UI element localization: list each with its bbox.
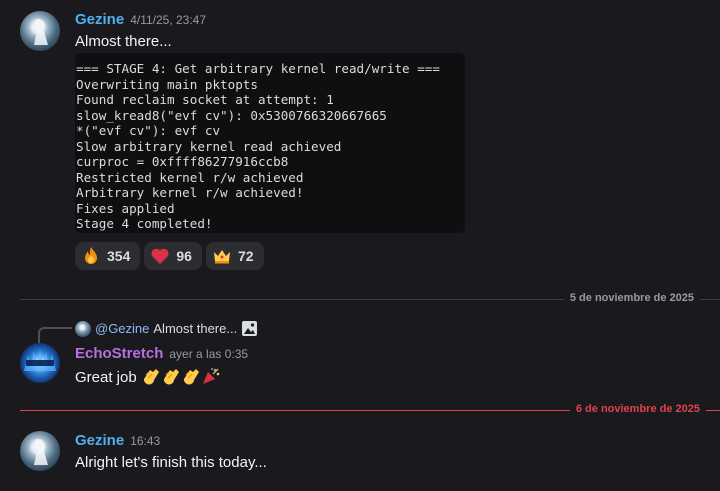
code-content: === STAGE 4: Get arbitrary kernel read/w… [75, 53, 465, 232]
reply-connector [38, 327, 72, 343]
author-name[interactable]: Gezine [75, 432, 124, 449]
author-name[interactable]: EchoStretch [75, 345, 163, 362]
clapping-hands-icon [163, 369, 179, 385]
reactions: 354 96 72 [75, 242, 264, 270]
clapping-hands-icon [143, 369, 159, 385]
party-popper-icon [202, 368, 220, 384]
timestamp: ayer a las 0:35 [169, 347, 249, 361]
code-line: === STAGE 4: Get arbitrary kernel read/w… [76, 61, 440, 76]
reaction-count: 354 [107, 248, 131, 264]
reply-avatar [75, 320, 91, 337]
code-line: Found reclaim socket at attempt: 1 [76, 92, 334, 107]
reaction-count: 96 [176, 248, 192, 264]
code-line: Overwriting main pktopts [76, 76, 258, 92]
message-text: Great job [75, 369, 137, 386]
clapping-hands-icon [183, 369, 199, 385]
red-heart-icon [151, 248, 169, 264]
code-block: === STAGE 4: Get arbitrary kernel read/w… [75, 53, 465, 233]
timestamp: 4/11/25, 23:47 [130, 13, 207, 27]
image-icon [242, 321, 258, 336]
code-line: Fixes applied [76, 200, 175, 216]
author-name[interactable]: Gezine [75, 11, 124, 28]
reply-preview[interactable]: @Gezine Almost there... [75, 320, 258, 337]
timestamp: 16:43 [130, 434, 161, 448]
message-text: Almost there... [75, 33, 172, 50]
code-line: Slow arbitrary kernel read achieved [76, 138, 342, 154]
new-messages-divider: 6 de noviembre de 2025 [20, 403, 720, 417]
crown-icon [213, 250, 230, 264]
code-line: Stage 4 completed! [76, 216, 213, 231]
code-line: Restricted kernel r/w achieved [76, 169, 304, 185]
fire-icon [85, 247, 97, 264]
divider-label: 5 de noviembre de 2025 [563, 292, 700, 304]
reaction-fire[interactable]: 354 [75, 242, 141, 270]
reply-text: Almost there... [153, 321, 238, 336]
reply-mention[interactable]: @Gezine [95, 321, 149, 336]
reaction-heart[interactable]: 96 [144, 242, 202, 270]
reaction-count: 72 [237, 248, 254, 264]
code-line: Arbitrary kernel r/w achieved! [76, 185, 304, 200]
message-text: Alright let's finish this today... [75, 454, 267, 471]
avatar[interactable] [20, 11, 60, 51]
divider-label: 6 de noviembre de 2025 [569, 403, 706, 415]
code-line: curproc = 0xffff86277916ccb8 [76, 154, 289, 169]
date-divider: 5 de noviembre de 2025 [20, 292, 720, 306]
avatar[interactable] [20, 431, 60, 471]
avatar[interactable] [20, 343, 60, 383]
reaction-crown[interactable]: 72 [205, 242, 264, 270]
divider-tail [706, 410, 720, 411]
message-text-row: Great job [75, 366, 221, 386]
code-line: slow_kread8("evf cv"): 0x530076632066766… [76, 107, 387, 123]
code-line: *("evf cv"): evf cv [76, 123, 221, 138]
